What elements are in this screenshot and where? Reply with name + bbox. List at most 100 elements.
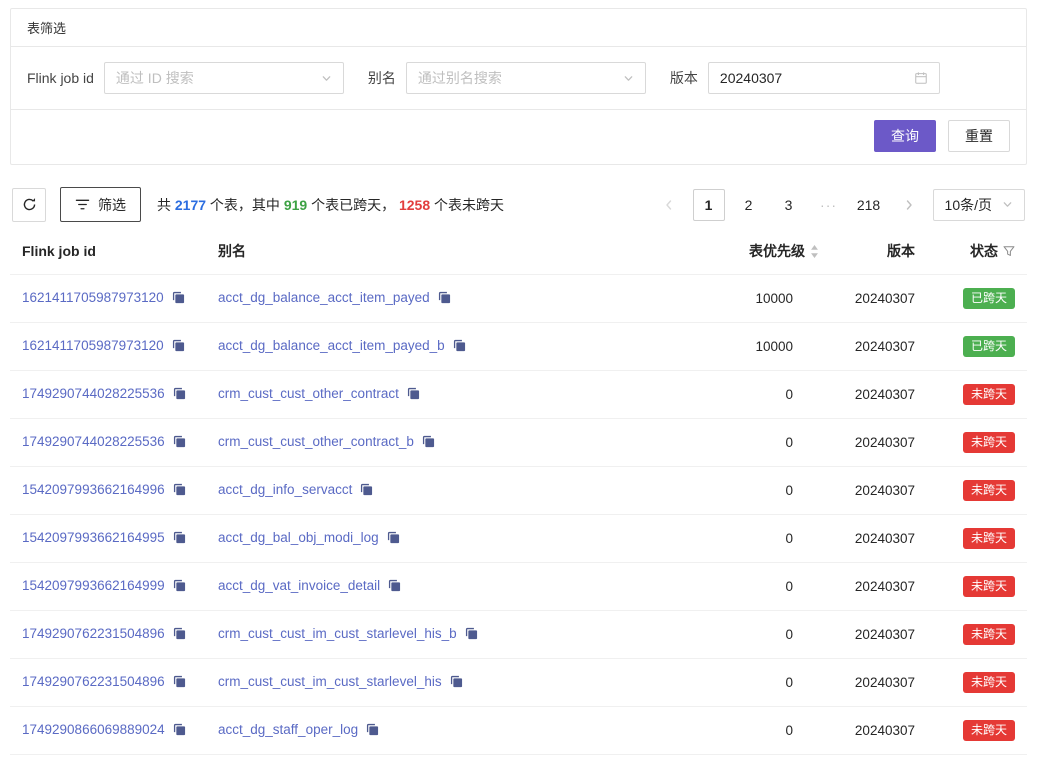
copy-icon[interactable] <box>366 723 379 739</box>
filter-card-title: 表筛选 <box>11 9 1026 47</box>
status-badge: 未跨天 <box>963 672 1015 693</box>
version-cell: 20240307 <box>831 611 927 659</box>
filter-actions: 查询 重置 <box>11 110 1026 164</box>
alias-link[interactable]: acct_dg_bal_obj_modi_log <box>218 530 379 545</box>
copy-icon[interactable] <box>438 291 451 307</box>
search-button[interactable]: 查询 <box>874 120 936 152</box>
alias-link[interactable]: crm_cust_cust_other_contract <box>218 386 399 401</box>
alias-link[interactable]: acct_dg_staff_oper_log <box>218 722 358 737</box>
refresh-button[interactable] <box>12 188 46 222</box>
alias-link[interactable]: acct_dg_info_servacct <box>218 482 352 497</box>
refresh-icon <box>22 197 37 212</box>
alias-link[interactable]: acct_dg_balance_acct_item_payed <box>218 290 430 305</box>
copy-icon[interactable] <box>172 291 185 307</box>
version-cell: 20240307 <box>831 275 927 323</box>
alias-link[interactable]: acct_dg_balance_acct_item_payed_b <box>218 338 445 353</box>
copy-icon[interactable] <box>360 483 373 499</box>
job-id-link[interactable]: 1542097993662164996 <box>22 482 165 497</box>
status-badge: 未跨天 <box>963 384 1015 405</box>
job-id-link[interactable]: 1542097993662164995 <box>22 530 165 545</box>
table-row: 1621411705987973120 acct_dg_balance_acct_… <box>10 323 1027 371</box>
priority-cell: 0 <box>685 707 831 755</box>
col-status[interactable]: 状态 <box>927 228 1027 275</box>
priority-cell: 0 <box>685 611 831 659</box>
job-id-link[interactable]: 1749290744028225536 <box>22 434 165 449</box>
copy-icon[interactable] <box>422 435 435 451</box>
filter-button-label: 筛选 <box>98 195 126 215</box>
version-cell: 20240307 <box>831 323 927 371</box>
total-count: 2177 <box>175 197 206 213</box>
col-version: 版本 <box>831 228 927 275</box>
table-row: 1542097993662164995 acct_dg_bal_obj_modi_… <box>10 515 1027 563</box>
job-id-link[interactable]: 1749290762231504896 <box>22 674 165 689</box>
job-id-link[interactable]: 1749290866069889024 <box>22 722 165 737</box>
alias-link[interactable]: crm_cust_cust_im_cust_starlevel_his <box>218 674 442 689</box>
page-size-select[interactable]: 10条/页 <box>933 189 1025 221</box>
version-value: 20240307 <box>720 70 782 86</box>
version-cell: 20240307 <box>831 515 927 563</box>
job-id-link[interactable]: 1749290762231504896 <box>22 626 165 641</box>
alias-link[interactable]: acct_dg_vat_invoice_detail <box>218 578 380 593</box>
job-id-placeholder: 通过 ID 搜索 <box>116 68 194 88</box>
copy-icon[interactable] <box>173 483 186 499</box>
chevron-down-icon <box>1002 199 1013 210</box>
col-label: 版本 <box>887 243 915 259</box>
copy-icon[interactable] <box>173 531 186 547</box>
sort-icon[interactable] <box>810 245 819 258</box>
copy-icon[interactable] <box>173 579 186 595</box>
calendar-icon <box>914 71 928 85</box>
copy-icon[interactable] <box>465 627 478 643</box>
job-id-link[interactable]: 1542097993662164999 <box>22 578 165 593</box>
filter-item-version: 版本 20240307 <box>670 62 940 94</box>
status-badge: 未跨天 <box>963 528 1015 549</box>
pagination-prev-icon[interactable] <box>653 189 685 221</box>
alias-select[interactable]: 通过别名搜索 <box>406 62 646 94</box>
copy-icon[interactable] <box>173 723 186 739</box>
job-id-link[interactable]: 1621411705987973120 <box>22 338 164 353</box>
col-flink-job-id: Flink job id <box>10 228 206 275</box>
pagination-page-218[interactable]: 218 <box>853 189 885 221</box>
alias-link[interactable]: crm_cust_cust_im_cust_starlevel_his_b <box>218 626 457 641</box>
pagination-next-icon[interactable] <box>893 189 925 221</box>
priority-cell: 0 <box>685 563 831 611</box>
page: 表筛选 Flink job id 通过 ID 搜索 别名 通过别名搜索 <box>0 0 1037 767</box>
status-badge: 未跨天 <box>963 624 1015 645</box>
pagination-page-1[interactable]: 1 <box>693 189 725 221</box>
alias-placeholder: 通过别名搜索 <box>418 68 502 88</box>
copy-icon[interactable] <box>453 339 466 355</box>
col-priority[interactable]: 表优先级 <box>685 228 831 275</box>
job-id-link[interactable]: 1621411705987973120 <box>22 290 164 305</box>
status-badge: 未跨天 <box>963 480 1015 501</box>
job-id-select[interactable]: 通过 ID 搜索 <box>104 62 344 94</box>
filter-button[interactable]: 筛选 <box>60 187 141 222</box>
pagination-page-2[interactable]: 2 <box>733 189 765 221</box>
col-label: 状态 <box>970 241 998 261</box>
copy-icon[interactable] <box>173 387 186 403</box>
priority-cell: 0 <box>685 515 831 563</box>
version-cell: 20240307 <box>831 707 927 755</box>
copy-icon[interactable] <box>172 339 185 355</box>
copy-icon[interactable] <box>173 435 186 451</box>
toolbar: 筛选 共 2177 个表，其中 919 个表已跨天， 1258 个表未跨天 12… <box>12 187 1025 222</box>
version-date-input[interactable]: 20240307 <box>708 62 940 94</box>
copy-icon[interactable] <box>450 675 463 691</box>
col-alias: 别名 <box>206 228 685 275</box>
copy-icon[interactable] <box>173 675 186 691</box>
pagination-page-3[interactable]: 3 <box>773 189 805 221</box>
summary-part: 共 <box>157 197 175 213</box>
alias-link[interactable]: crm_cust_cust_other_contract_b <box>218 434 414 449</box>
table-row: 1749290762231504896 crm_cust_cust_im_cust… <box>10 659 1027 707</box>
copy-icon[interactable] <box>407 387 420 403</box>
copy-icon[interactable] <box>387 531 400 547</box>
version-cell: 20240307 <box>831 467 927 515</box>
copy-icon[interactable] <box>388 579 401 595</box>
table-row: 1542097993662164999 acct_dg_vat_invoice_d… <box>10 563 1027 611</box>
job-id-label: Flink job id <box>27 70 94 86</box>
copy-icon[interactable] <box>173 627 186 643</box>
status-badge: 已跨天 <box>963 288 1015 309</box>
job-id-link[interactable]: 1749290744028225536 <box>22 386 165 401</box>
filter-funnel-icon[interactable] <box>1003 245 1015 257</box>
summary-text: 共 2177 个表，其中 919 个表已跨天， 1258 个表未跨天 <box>157 195 504 215</box>
page-size-value: 10条/页 <box>945 195 992 215</box>
reset-button[interactable]: 重置 <box>948 120 1010 152</box>
